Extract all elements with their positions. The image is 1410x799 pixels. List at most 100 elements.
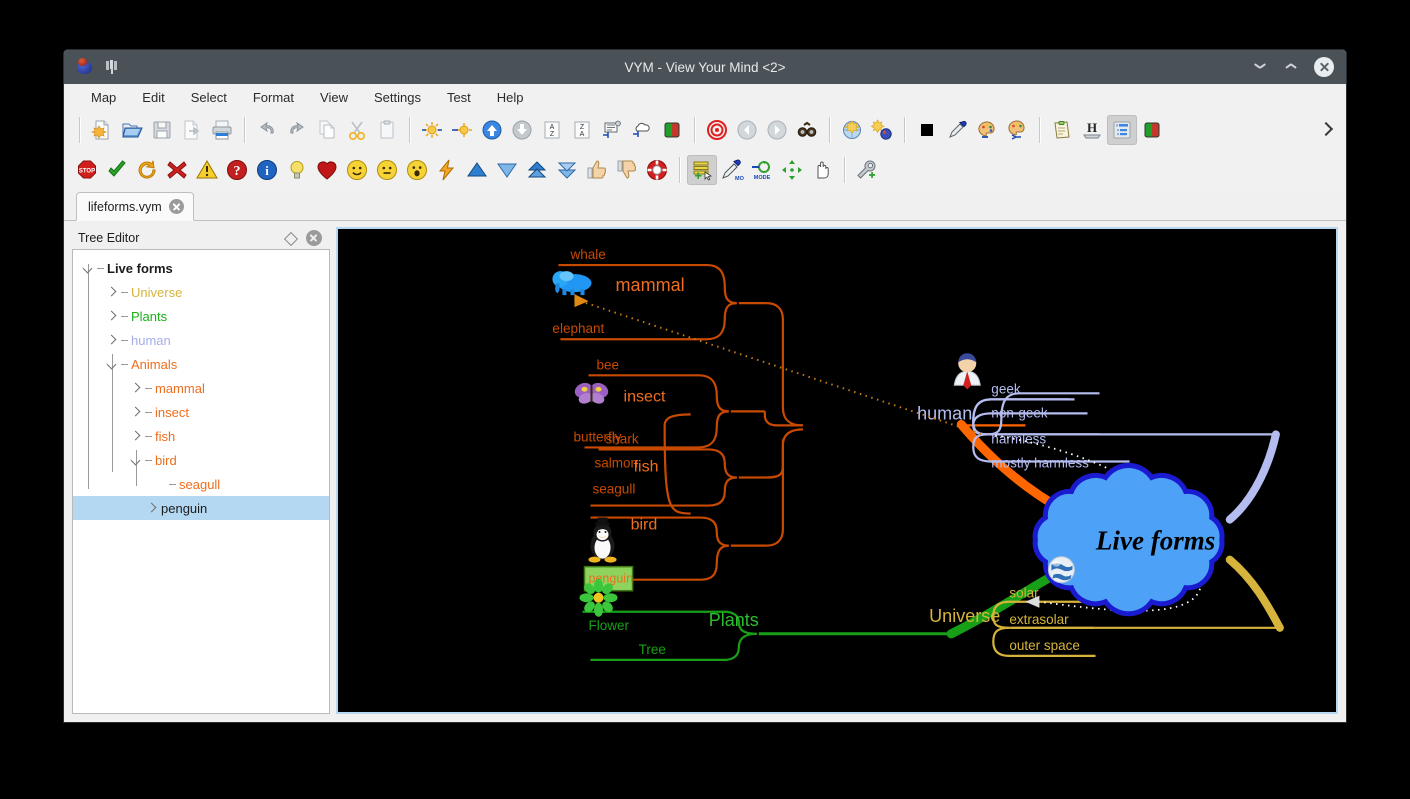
- tab-close-icon[interactable]: [168, 199, 184, 214]
- cross-flag-icon[interactable]: [162, 155, 192, 185]
- menu-edit[interactable]: Edit: [129, 87, 177, 108]
- map-canvas[interactable]: whale elephant mammal bee butterfly inse…: [336, 227, 1338, 714]
- pick-colour-icon[interactable]: [942, 115, 972, 145]
- move-branch-up-icon[interactable]: [477, 115, 507, 145]
- tree-item-animals[interactable]: Animals: [73, 352, 329, 376]
- menu-help[interactable]: Help: [484, 87, 537, 108]
- pin-icon[interactable]: [104, 59, 120, 75]
- go-forward-icon[interactable]: [762, 115, 792, 145]
- menu-test[interactable]: Test: [434, 87, 484, 108]
- open-slide-editor-icon[interactable]: [1137, 115, 1167, 145]
- chevron-right-icon[interactable]: [105, 334, 118, 347]
- colour-subtree-icon[interactable]: [1002, 115, 1032, 145]
- pan-mode-icon[interactable]: [807, 155, 837, 185]
- tree-item-seagull[interactable]: seagull: [73, 472, 329, 496]
- menu-view[interactable]: View: [307, 87, 361, 108]
- add-map-center-icon[interactable]: [837, 115, 867, 145]
- new-map-icon[interactable]: [87, 115, 117, 145]
- check-flag-icon[interactable]: [102, 155, 132, 185]
- open-heading-editor-icon[interactable]: H: [1077, 115, 1107, 145]
- link-mode-icon[interactable]: MODE: [747, 155, 777, 185]
- tree-view[interactable]: Live forms Universe Plants human Animals: [72, 249, 330, 714]
- thumb-up-flag-icon[interactable]: [582, 155, 612, 185]
- chevron-right-icon[interactable]: [129, 406, 142, 419]
- tree-item-fish[interactable]: fish: [73, 424, 329, 448]
- arrow-down-double-flag-icon[interactable]: [552, 155, 582, 185]
- float-icon[interactable]: [284, 232, 297, 245]
- heart-flag-icon[interactable]: [312, 155, 342, 185]
- tree-item-live-forms[interactable]: Live forms: [73, 256, 329, 280]
- minimize-button[interactable]: [1252, 58, 1270, 76]
- chevron-down-icon[interactable]: [81, 262, 94, 275]
- open-tree-editor-icon[interactable]: [1107, 115, 1137, 145]
- arrow-up-double-flag-icon[interactable]: [522, 155, 552, 185]
- cut-icon[interactable]: [342, 115, 372, 145]
- chevron-right-icon[interactable]: [145, 502, 158, 515]
- toggle-target-icon[interactable]: [702, 115, 732, 145]
- flash-flag-icon[interactable]: [432, 155, 462, 185]
- delete-map-center-icon[interactable]: [867, 115, 897, 145]
- toolbar-overflow-chevron[interactable]: [1314, 116, 1338, 142]
- tab-lifeforms[interactable]: lifeforms.vym: [76, 192, 194, 221]
- tab-label: lifeforms.vym: [88, 199, 162, 214]
- branch-colour-icon[interactable]: [657, 115, 687, 145]
- neutral-flag-icon[interactable]: [372, 155, 402, 185]
- open-note-editor-icon[interactable]: [1047, 115, 1077, 145]
- open-map-icon[interactable]: [117, 115, 147, 145]
- question-flag-icon[interactable]: ?: [222, 155, 252, 185]
- info-flag-icon[interactable]: i: [252, 155, 282, 185]
- chevron-right-icon[interactable]: [105, 286, 118, 299]
- tree-item-plants[interactable]: Plants: [73, 304, 329, 328]
- move-mode-icon[interactable]: [777, 155, 807, 185]
- find-icon[interactable]: [792, 115, 822, 145]
- menu-settings[interactable]: Settings: [361, 87, 434, 108]
- menu-format[interactable]: Format: [240, 87, 307, 108]
- reload-flag-icon[interactable]: [132, 155, 162, 185]
- sort-children-az-icon[interactable]: AZ: [537, 115, 567, 145]
- save-map-icon[interactable]: [147, 115, 177, 145]
- settings-wrench-icon[interactable]: [852, 155, 882, 185]
- chevron-right-icon[interactable]: [129, 382, 142, 395]
- menu-map[interactable]: Map: [78, 87, 129, 108]
- chevron-right-icon[interactable]: [105, 310, 118, 323]
- menu-select[interactable]: Select: [178, 87, 240, 108]
- redo-icon[interactable]: [282, 115, 312, 145]
- warning-flag-icon[interactable]: [192, 155, 222, 185]
- arrow-down-flag-icon[interactable]: [492, 155, 522, 185]
- chevron-down-icon[interactable]: [129, 454, 142, 467]
- set-colour-icon[interactable]: [912, 115, 942, 145]
- export-map-icon[interactable]: [177, 115, 207, 145]
- colour-pick-mode-icon[interactable]: MODE: [717, 155, 747, 185]
- close-button[interactable]: [1314, 57, 1334, 77]
- move-branch-down-icon[interactable]: [507, 115, 537, 145]
- colour-branch-icon[interactable]: [972, 115, 1002, 145]
- maximize-button[interactable]: [1283, 58, 1301, 76]
- thumb-down-flag-icon[interactable]: [612, 155, 642, 185]
- chevron-down-icon[interactable]: [105, 358, 118, 371]
- add-branch-cloud-icon[interactable]: [627, 115, 657, 145]
- add-branch-note-icon[interactable]: [597, 115, 627, 145]
- go-back-icon[interactable]: [732, 115, 762, 145]
- tree-item-penguin[interactable]: penguin: [73, 496, 329, 520]
- paste-icon[interactable]: [372, 115, 402, 145]
- undo-icon[interactable]: [252, 115, 282, 145]
- tree-item-mammal[interactable]: mammal: [73, 376, 329, 400]
- lifebuoy-flag-icon[interactable]: [642, 155, 672, 185]
- sort-children-za-icon[interactable]: ZA: [567, 115, 597, 145]
- tree-item-insect[interactable]: insect: [73, 400, 329, 424]
- arrow-up-flag-icon[interactable]: [462, 155, 492, 185]
- chevron-right-icon[interactable]: [129, 430, 142, 443]
- stop-flag-icon[interactable]: STOP: [72, 155, 102, 185]
- bulb-flag-icon[interactable]: [282, 155, 312, 185]
- smile-flag-icon[interactable]: [342, 155, 372, 185]
- tree-item-human[interactable]: human: [73, 328, 329, 352]
- close-icon[interactable]: [306, 230, 322, 246]
- copy-icon[interactable]: [312, 115, 342, 145]
- unscroll-branch-icon[interactable]: [447, 115, 477, 145]
- edit-mode-icon[interactable]: [687, 155, 717, 185]
- scroll-branch-icon[interactable]: [417, 115, 447, 145]
- tree-item-universe[interactable]: Universe: [73, 280, 329, 304]
- print-map-icon[interactable]: [207, 115, 237, 145]
- surprise-flag-icon[interactable]: [402, 155, 432, 185]
- tree-item-bird[interactable]: bird: [73, 448, 329, 472]
